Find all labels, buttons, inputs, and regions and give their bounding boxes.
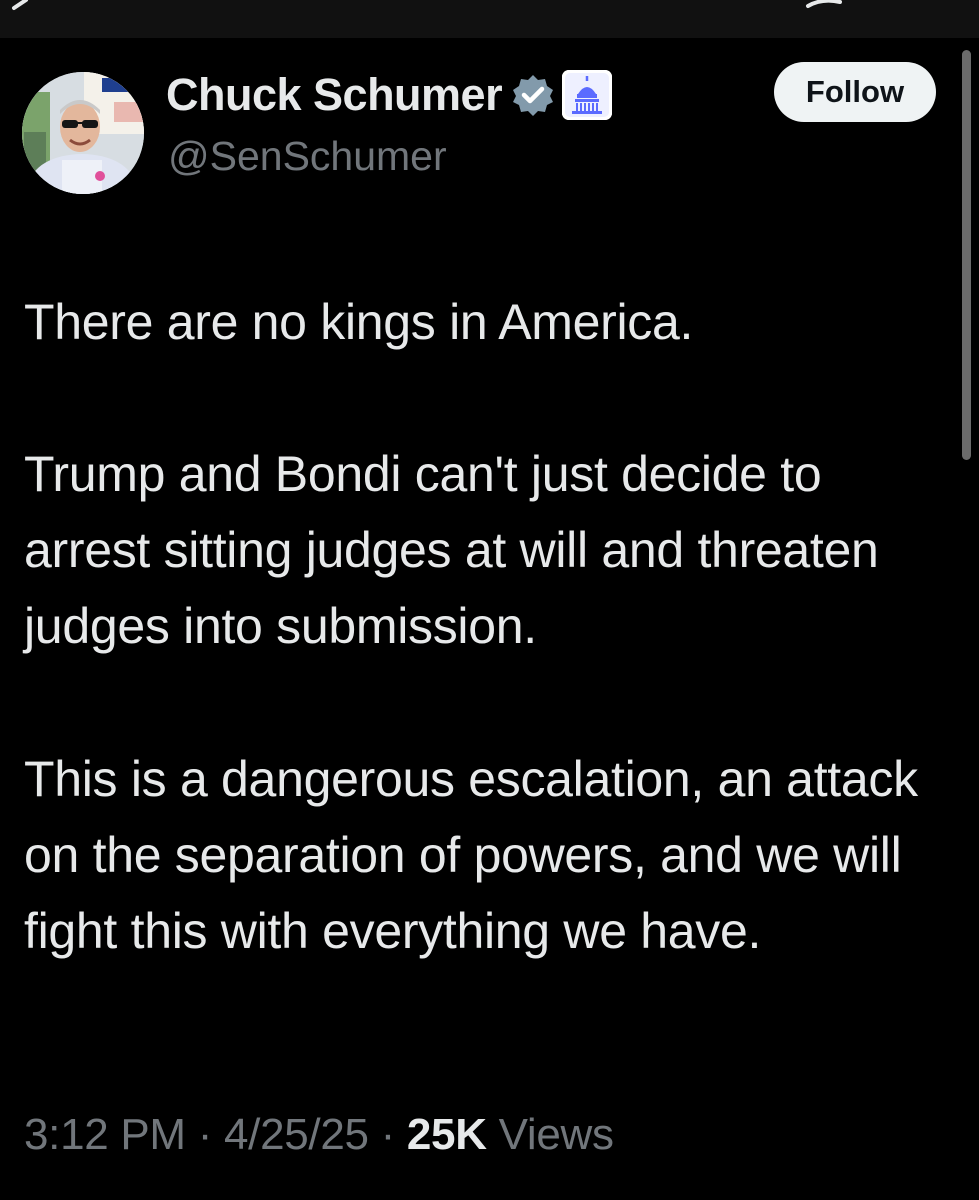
post-time[interactable]: 3:12 PM [24, 1110, 186, 1159]
avatar-photo [22, 72, 144, 194]
author-handle[interactable]: @SenSchumer [168, 133, 447, 180]
post-paragraph-2: Trump and Bondi can't just decide to arr… [24, 446, 879, 654]
top-bar [0, 0, 979, 38]
post-paragraph-1: There are no kings in America. [24, 294, 694, 350]
meta-separator: · [185, 1110, 224, 1159]
follow-button[interactable]: Follow [774, 62, 936, 122]
views-count[interactable]: 25K [407, 1110, 487, 1159]
meta-separator: · [368, 1110, 407, 1159]
avatar[interactable] [22, 72, 144, 194]
verified-badge-icon[interactable] [510, 72, 556, 118]
author-name[interactable]: Chuck Schumer [166, 69, 503, 121]
chevron-left-icon[interactable] [0, 0, 60, 38]
post-meta: 3:12 PM · 4/25/25 · 25K Views [24, 1110, 614, 1160]
refresh-icon [806, 0, 842, 8]
author-name-row[interactable]: Chuck Schumer [166, 66, 613, 124]
scrollbar[interactable] [962, 50, 971, 460]
capitol-building-icon[interactable] [562, 70, 613, 120]
views-label[interactable]: Views [487, 1110, 614, 1159]
post-paragraph-3: This is a dangerous escalation, an attac… [24, 751, 918, 959]
post-date[interactable]: 4/25/25 [224, 1110, 369, 1159]
